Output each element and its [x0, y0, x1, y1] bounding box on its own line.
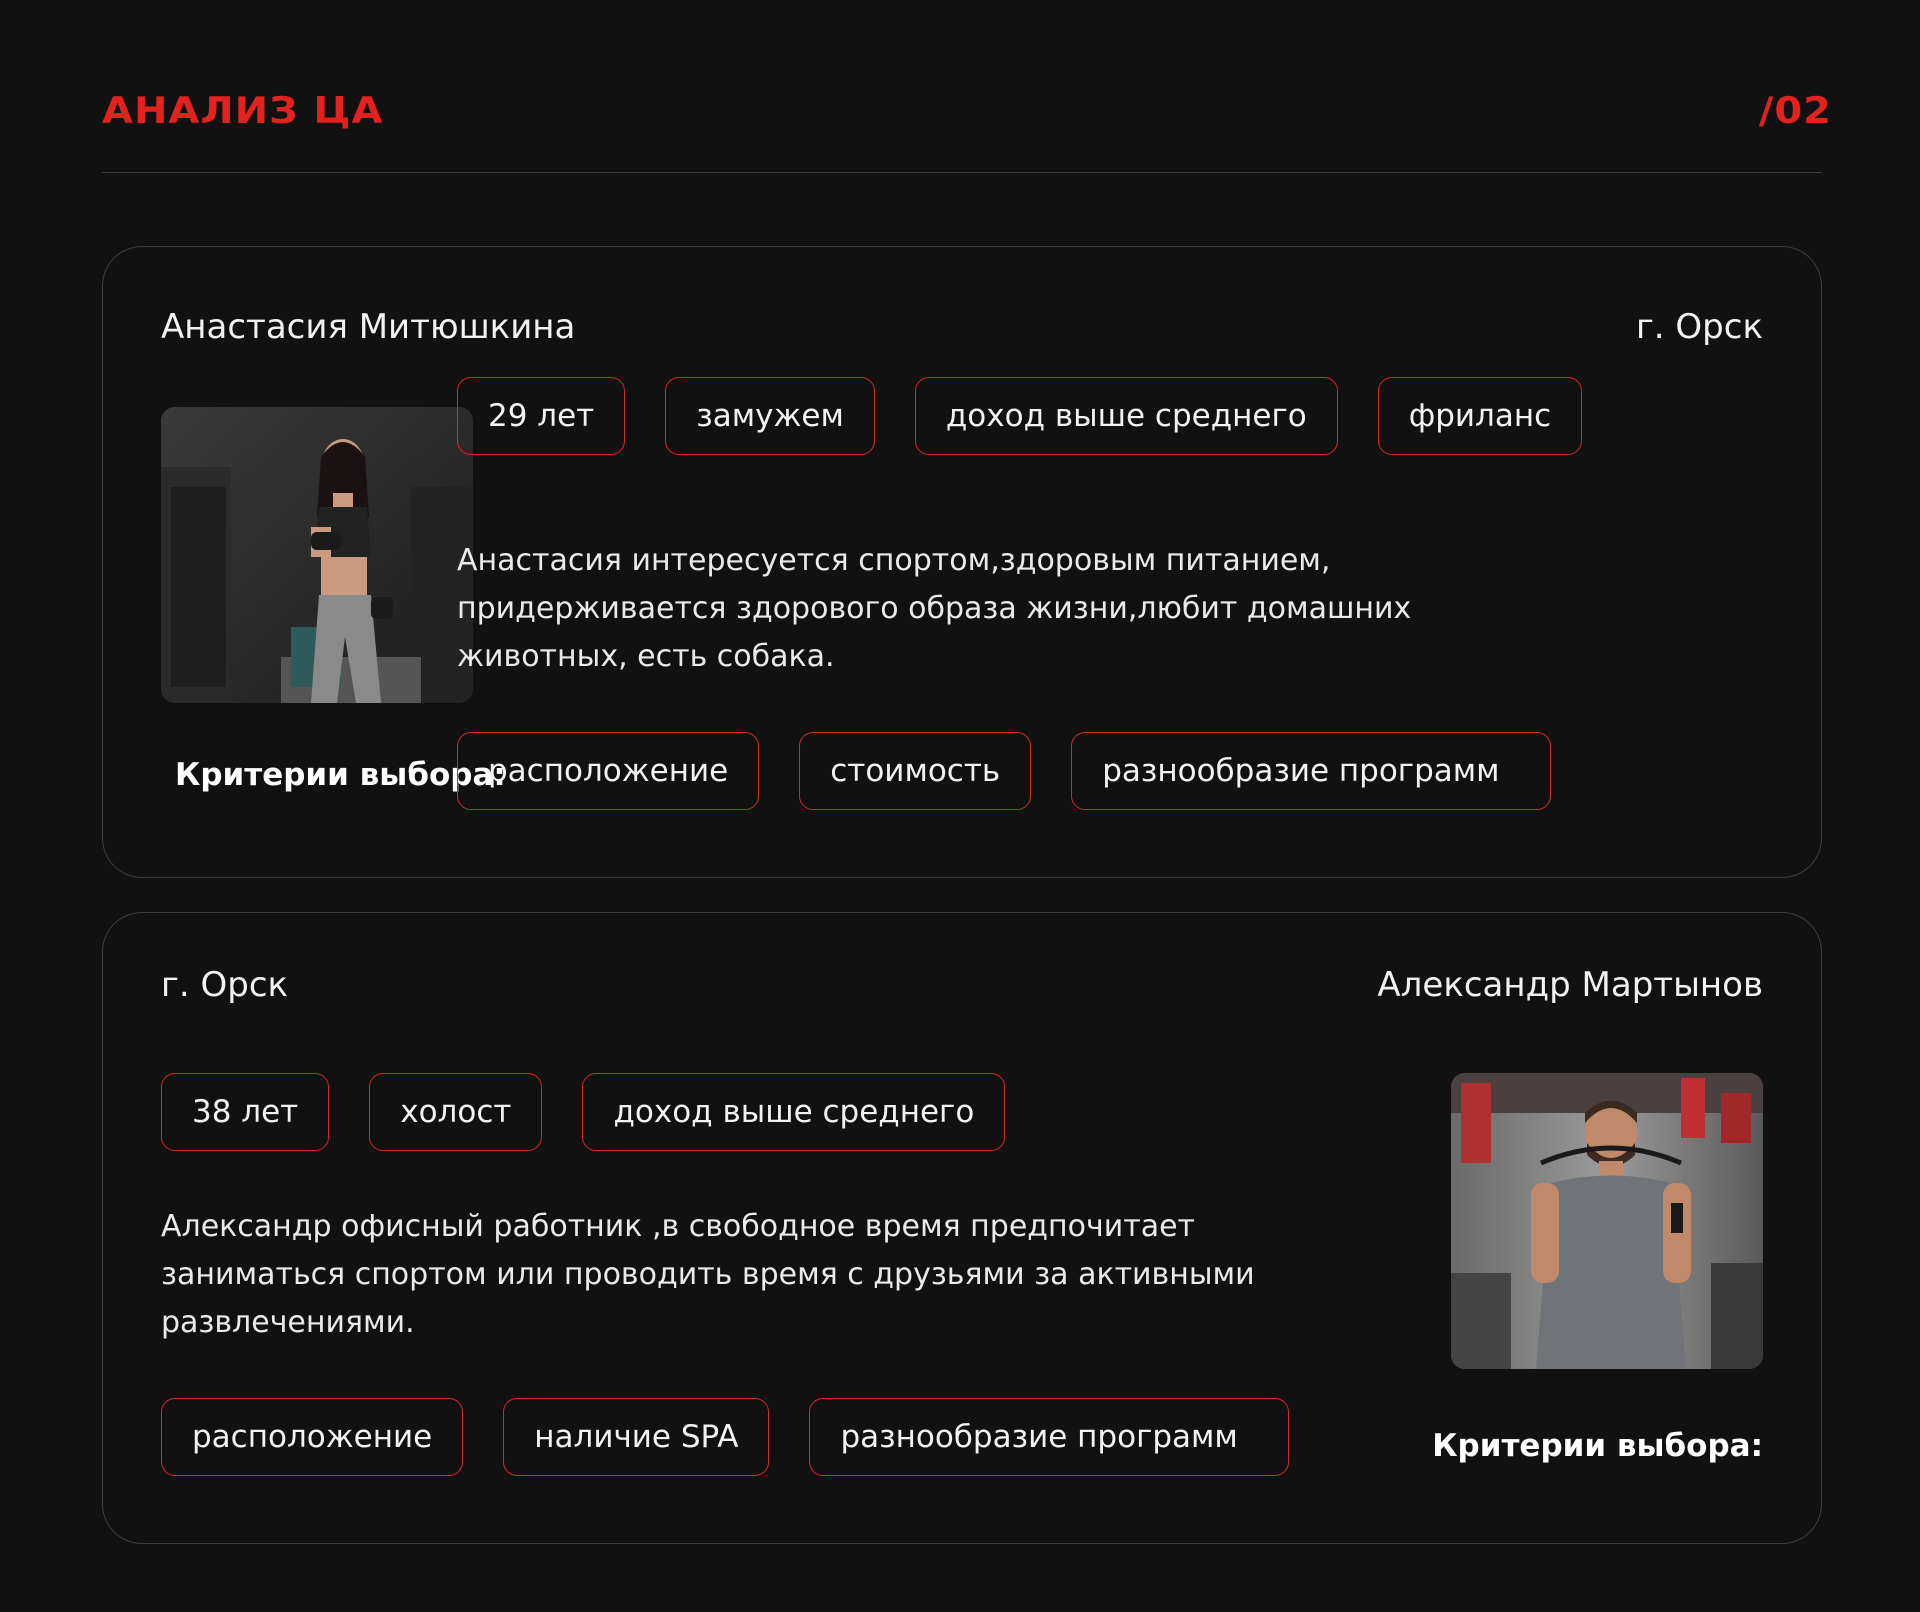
persona-name: Александр Мартынов — [1377, 965, 1763, 1005]
criteria-tag: разнообразие программ — [1071, 732, 1551, 810]
criteria-tag: стоимость — [799, 732, 1032, 810]
persona-tags: 29 лет замужем доход выше среднего фрила… — [457, 377, 1583, 455]
tag-income: доход выше среднего — [914, 377, 1338, 455]
persona-card-2: г. Орск Александр Мартынов 38 лет холост… — [102, 912, 1822, 1544]
persona-photo — [1451, 1073, 1763, 1369]
tag-age: 38 лет — [161, 1073, 330, 1151]
criteria-tag: наличие SPA — [503, 1398, 770, 1476]
criteria-tags: расположение стоимость разнообразие прог… — [457, 732, 1551, 810]
criteria-tag: расположение — [457, 732, 760, 810]
criteria-tags: расположение наличие SPA разнообразие пр… — [161, 1398, 1289, 1476]
criteria-tag: разнообразие программ — [809, 1398, 1289, 1476]
tag-income: доход выше среднего — [582, 1073, 1006, 1151]
persona-city: г. Орск — [161, 965, 289, 1005]
persona-card-1: Анастасия Митюшкина г. Орск 29 лет замуж… — [102, 246, 1822, 878]
persona-city: г. Орск — [1635, 307, 1763, 347]
persona-name: Анастасия Митюшкина — [161, 307, 576, 347]
criteria-tag: расположение — [161, 1398, 464, 1476]
page-number: /02 — [1758, 89, 1832, 133]
criteria-label: Критерии выбора: — [1432, 1428, 1763, 1464]
tag-marital-status: холост — [369, 1073, 543, 1151]
tag-marital-status: замужем — [665, 377, 875, 455]
persona-tags: 38 лет холост доход выше среднего — [161, 1073, 1006, 1151]
page-title: АНАЛИЗ ЦА — [102, 89, 384, 133]
tag-occupation: фриланс — [1377, 377, 1583, 455]
persona-description: Анастасия интересуется спортом,здоровым … — [457, 543, 1412, 674]
persona-description: Александр офисный работник ,в свободное … — [161, 1209, 1255, 1340]
persona-photo — [161, 407, 473, 703]
tag-age: 29 лет — [457, 377, 626, 455]
header-divider — [102, 172, 1822, 173]
